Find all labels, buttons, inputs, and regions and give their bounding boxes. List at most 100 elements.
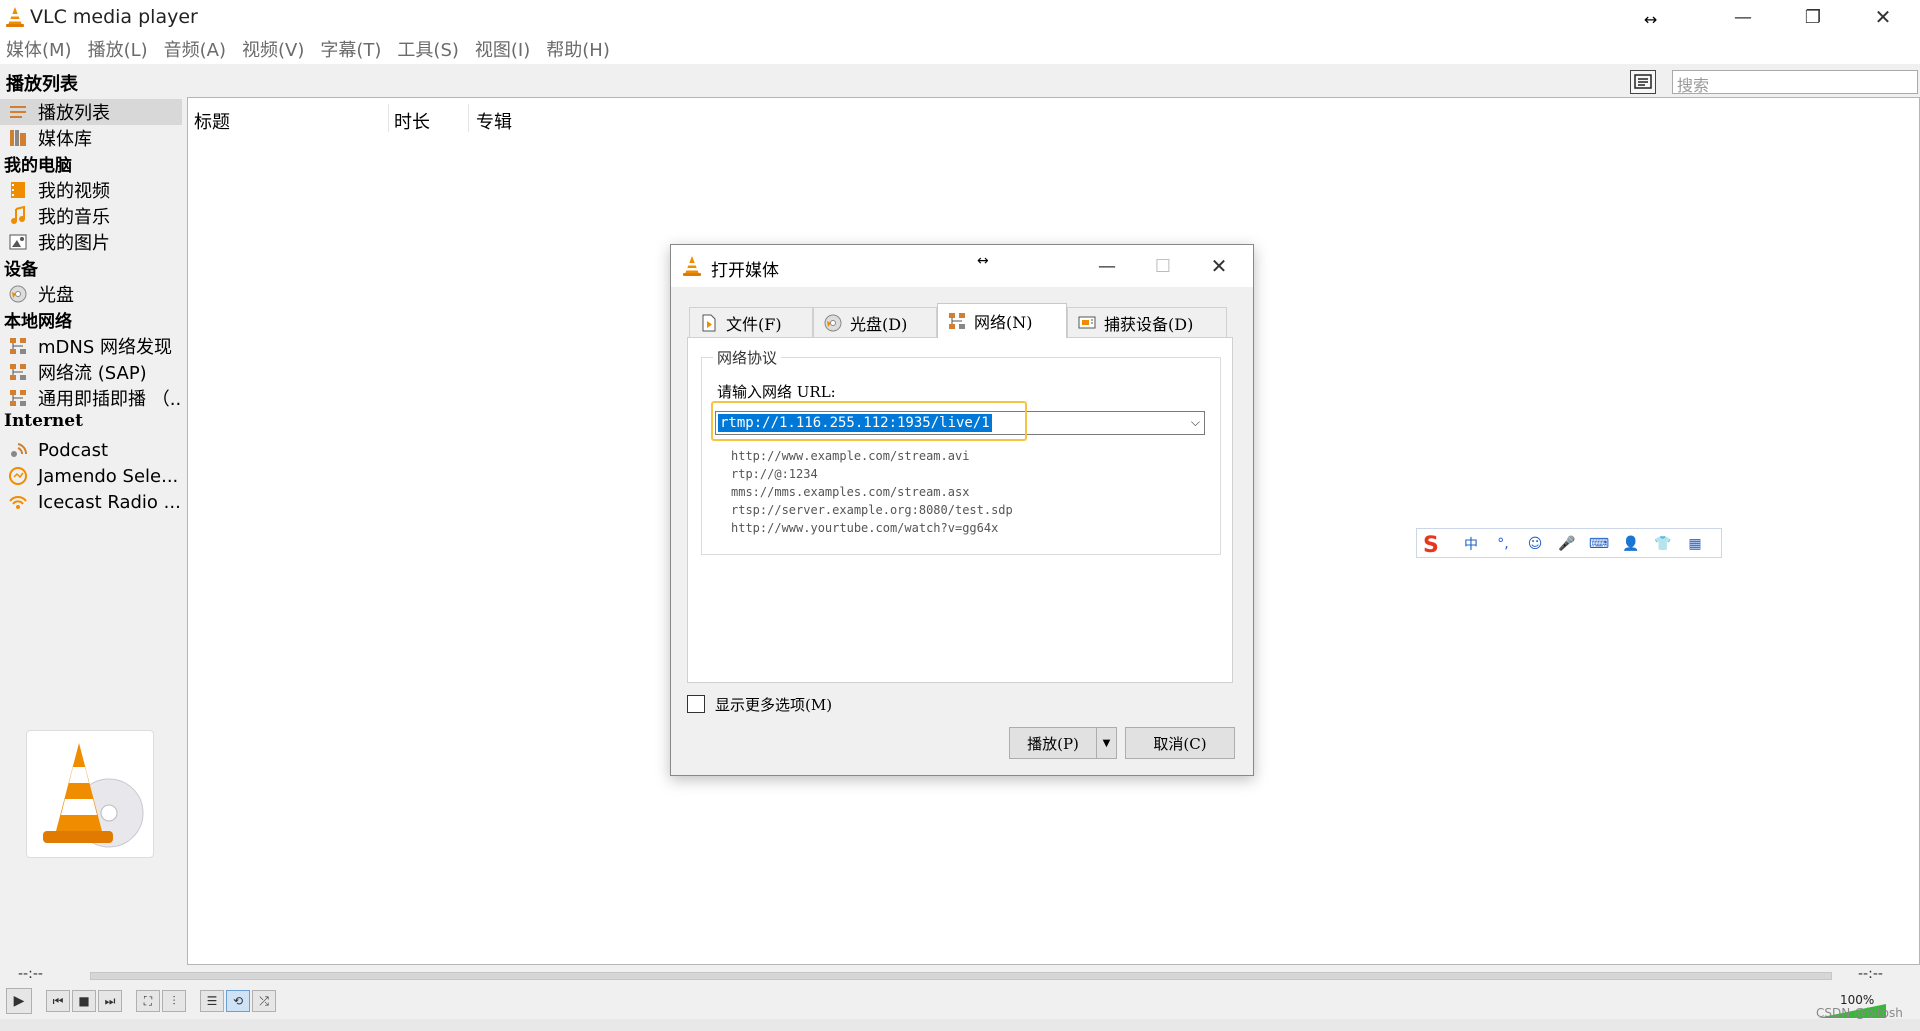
dialog-minimize-button[interactable]: —: [1079, 245, 1135, 287]
menu-playback[interactable]: 播放(L): [88, 36, 148, 62]
close-button[interactable]: ✕: [1848, 0, 1918, 34]
tab-capture-device[interactable]: 捕获设备(D): [1067, 307, 1227, 337]
sidebar-item-label: 媒体库: [38, 129, 92, 150]
dialog-title-bar: 打开媒体 ↔ — ☐ ✕: [671, 245, 1253, 287]
cancel-button[interactable]: 取消(C): [1125, 727, 1235, 759]
status-strip: [0, 1019, 1920, 1031]
column-title[interactable]: 标题: [194, 108, 230, 134]
fullscreen-button[interactable]: ⛶: [136, 990, 160, 1012]
column-separator: [388, 104, 389, 132]
network-icon: [949, 313, 965, 329]
sidebar-item-label: 我的音乐: [38, 207, 110, 228]
playlist-view-button[interactable]: [1630, 70, 1656, 94]
minimize-button[interactable]: —: [1708, 0, 1778, 34]
ime-punctuation-button[interactable]: °,: [1489, 533, 1517, 555]
video-icon: [11, 182, 25, 198]
ime-chinese-mode-button[interactable]: 中: [1457, 533, 1485, 555]
menu-tools[interactable]: 工具(S): [397, 36, 458, 62]
column-duration[interactable]: 时长: [394, 108, 430, 134]
disc-icon: [9, 285, 27, 303]
ime-voice-button[interactable]: 🎤: [1553, 533, 1581, 555]
dialog-close-button[interactable]: ✕: [1191, 245, 1247, 287]
sidebar-item-icecast[interactable]: Icecast Radio ...: [0, 489, 182, 515]
media-library-icon: [10, 130, 26, 146]
sidebar-item-upnp[interactable]: 通用即插即播 （...: [0, 385, 182, 411]
search-input[interactable]: 搜索: [1672, 70, 1918, 95]
column-album[interactable]: 专辑: [476, 108, 512, 134]
sidebar-item-jamendo[interactable]: Jamendo Sele...: [0, 463, 182, 489]
menu-video[interactable]: 视频(V): [242, 36, 304, 62]
watermark: CSDN @bitosh: [1816, 1006, 1903, 1020]
caret-down-icon: ▼: [1102, 737, 1111, 749]
sidebar-group-devices: 设备: [4, 260, 38, 280]
tab-label: 文件(F): [726, 314, 782, 334]
example-url: rtp://@:1234: [731, 467, 818, 481]
sidebar-item-label: 播放列表: [38, 103, 110, 124]
menu-help[interactable]: 帮助(H): [546, 36, 610, 62]
sidebar-item-sap[interactable]: 网络流 (SAP): [0, 359, 182, 385]
sidebar-item-label: 网络流 (SAP): [38, 363, 147, 384]
ime-tools-button[interactable]: ▦: [1681, 533, 1709, 555]
window-title: VLC media player: [30, 6, 198, 28]
album-art: [26, 730, 154, 858]
sidebar-item-label: Podcast: [38, 439, 109, 461]
seek-slider[interactable]: [90, 972, 1832, 980]
ime-account-button[interactable]: 👤: [1617, 533, 1645, 555]
shuffle-button[interactable]: ⤮: [252, 990, 276, 1012]
sidebar-item-my-music[interactable]: 我的音乐: [0, 203, 182, 229]
example-url: http://www.example.com/stream.avi: [731, 449, 970, 463]
play-icon: ▶: [13, 993, 25, 1009]
picture-icon: [9, 234, 27, 250]
ime-keyboard-button[interactable]: ⌨: [1585, 533, 1613, 555]
tab-disc[interactable]: 光盘(D): [813, 307, 937, 337]
stop-button[interactable]: ■: [72, 990, 96, 1012]
sidebar-item-my-pictures[interactable]: 我的图片: [0, 229, 182, 255]
restore-button[interactable]: ❐: [1778, 0, 1848, 34]
tab-file[interactable]: 文件(F): [689, 307, 813, 337]
more-options-checkbox[interactable]: [687, 695, 705, 713]
more-options-label[interactable]: 显示更多选项(M): [715, 694, 832, 715]
play-pause-button[interactable]: ▶: [6, 988, 32, 1014]
url-highlight-box: [711, 401, 1027, 441]
sidebar-group-my-computer: 我的电脑: [4, 156, 72, 176]
podcast-icon: [11, 443, 28, 457]
toggle-playlist-button[interactable]: ☰: [200, 990, 224, 1012]
chevron-down-icon[interactable]: ⌵: [1191, 415, 1200, 430]
vlc-art-icon: [43, 743, 144, 848]
list-view-icon: [1634, 74, 1652, 89]
menu-media[interactable]: 媒体(M): [6, 36, 72, 62]
ime-skin-button[interactable]: 👕: [1649, 533, 1677, 555]
total-time: --:--: [1858, 966, 1883, 982]
next-icon: ⏭: [104, 993, 116, 1008]
sidebar-group-internet: Internet: [4, 411, 83, 431]
menu-view[interactable]: 视图(I): [475, 36, 530, 62]
sidebar-item-podcast[interactable]: Podcast: [0, 437, 182, 463]
disc-icon: [824, 314, 842, 331]
sidebar-item-label: 我的视频: [38, 181, 110, 202]
dialog-maximize-button[interactable]: ☐: [1135, 245, 1191, 287]
sidebar-item-media-library[interactable]: 媒体库: [0, 125, 182, 151]
previous-button[interactable]: ⏮: [46, 990, 70, 1012]
next-button[interactable]: ⏭: [98, 990, 122, 1012]
play-dropdown-button[interactable]: ▼: [1097, 727, 1117, 759]
sidebar-item-my-videos[interactable]: 我的视频: [0, 177, 182, 203]
sidebar-item-playlist[interactable]: 播放列表: [0, 99, 182, 125]
loop-button[interactable]: ⟲: [226, 990, 250, 1012]
tab-network[interactable]: 网络(N): [937, 303, 1067, 338]
sidebar-item-mdns[interactable]: mDNS 网络发现: [0, 333, 182, 359]
ime-emoji-button[interactable]: ☺: [1521, 533, 1549, 555]
example-url: rtsp://server.example.org:8080/test.sdp: [731, 503, 1013, 517]
tab-label: 网络(N): [974, 313, 1033, 332]
sidebar-item-label: 通用即插即播 （...: [38, 389, 182, 410]
loop-icon: ⟲: [232, 994, 244, 1008]
group-title: 网络协议: [713, 347, 782, 368]
menu-subtitle[interactable]: 字幕(T): [320, 36, 381, 62]
playlist-icon: ☰: [206, 994, 218, 1008]
extended-settings-button[interactable]: ⫶: [162, 990, 186, 1012]
menu-audio[interactable]: 音频(A): [164, 36, 226, 62]
sidebar-item-disc[interactable]: 光盘: [0, 281, 182, 307]
ime-toolbar: S 中 °, ☺ 🎤 ⌨ 👤 👕 ▦: [1416, 528, 1722, 558]
play-button[interactable]: 播放(P): [1009, 727, 1097, 759]
example-url: http://www.yourtube.com/watch?v=gg64x: [731, 521, 999, 535]
url-label: 请输入网络 URL:: [717, 383, 836, 401]
